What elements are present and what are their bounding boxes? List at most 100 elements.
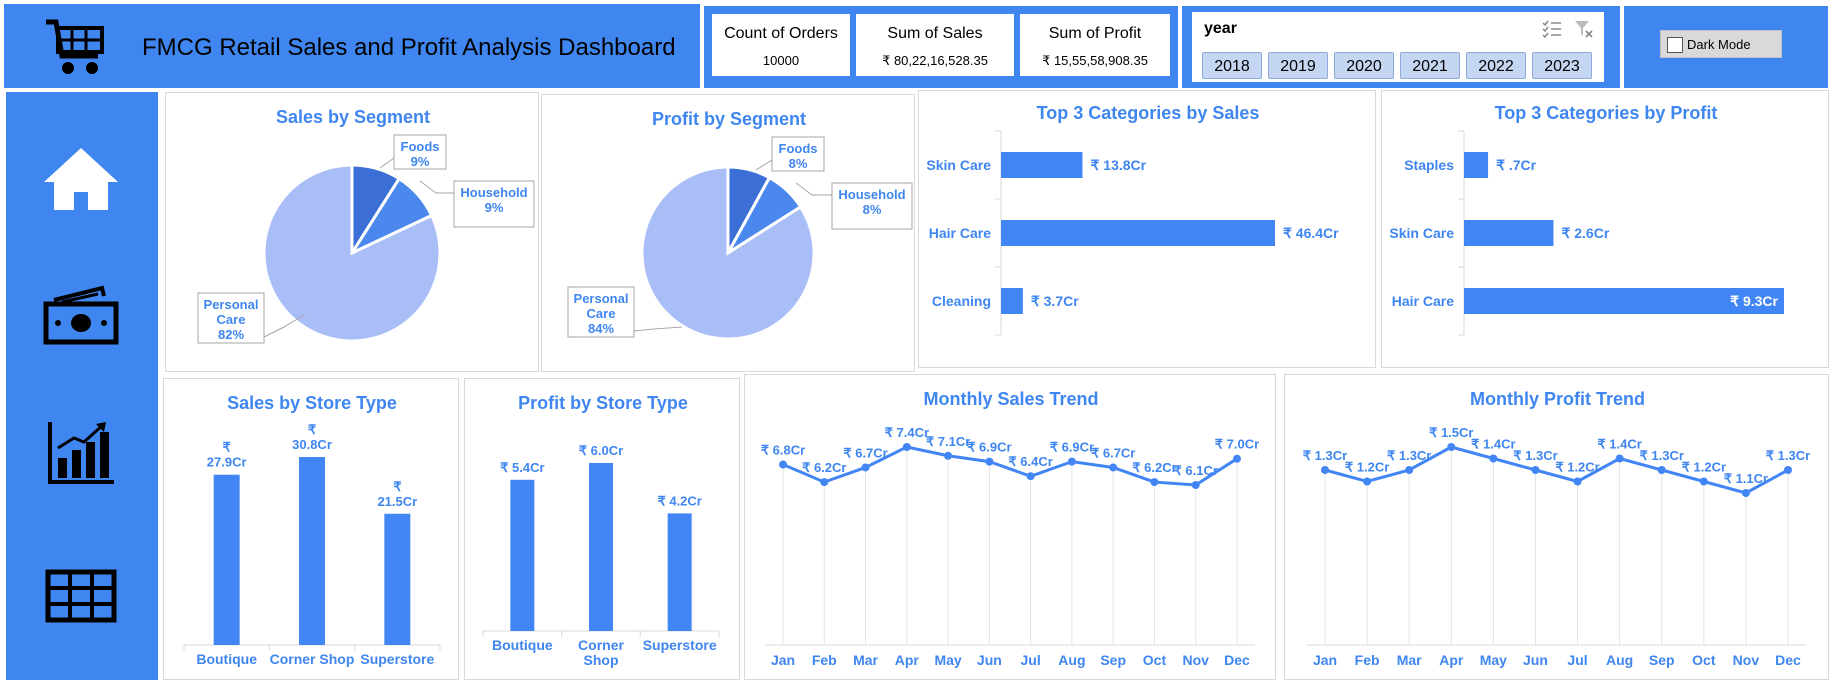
data-point	[1405, 466, 1414, 474]
kpi-sum-sales: Sum of Sales ₹ 80,22,16,528.35	[856, 14, 1014, 76]
tick-label: Oct	[1143, 652, 1167, 668]
bar	[1001, 220, 1275, 246]
chart-profit-by-segment: Profit by SegmentFoods 8%Household 8%Perso…	[567, 109, 913, 341]
tick-label: Jul	[1567, 652, 1587, 668]
bar	[510, 479, 535, 631]
tick-label: Boutique	[196, 651, 257, 667]
data-label: ₹ 6.9Cr	[967, 440, 1011, 455]
chart-title: Top 3 Categories by Profit	[1495, 103, 1718, 123]
data-label: ₹21.5Cr	[377, 479, 417, 509]
tick-label: Jun	[1523, 652, 1548, 668]
tick-label: Superstore	[360, 651, 434, 667]
chart-title: Profit by Segment	[652, 109, 806, 129]
bar	[299, 457, 325, 645]
panel-monthly-profit: Monthly Profit Trend Jan Feb Mar Apr May Jun Ju…	[1284, 374, 1829, 680]
tick-label: Feb	[1355, 652, 1380, 668]
leader-line	[633, 326, 683, 332]
data-label: ₹ 6.7Cr	[843, 445, 887, 460]
tick-label: Sep	[1100, 652, 1126, 668]
tick-label: Nov	[1183, 652, 1210, 668]
data-label: ₹ 3.7Cr	[1031, 293, 1079, 309]
chart-sales-by-store: Sales by Store Type Boutique ₹ 27.9Cr Corner…	[183, 393, 441, 667]
data-point	[1699, 477, 1708, 486]
data-label: ₹ 46.4Cr	[1283, 225, 1339, 241]
bar	[1464, 220, 1554, 246]
data-label: ₹ 7.4Cr	[885, 425, 929, 440]
cash-icon[interactable]	[40, 282, 122, 352]
data-point	[1573, 477, 1582, 486]
data-label: ₹ 1.3Cr	[1513, 448, 1557, 463]
dark-mode-toggle[interactable]: Dark Mode	[1660, 30, 1782, 58]
kpi-value: ₹ 15,55,58,908.35	[1042, 53, 1148, 68]
data-point	[902, 443, 911, 451]
dark-mode-bar: Dark Mode	[1624, 6, 1828, 88]
data-label: ₹ 1.5Cr	[1429, 425, 1473, 440]
tick-label: Aug	[1058, 652, 1085, 668]
tick-label: Hair Care	[929, 225, 991, 241]
kpi-sum-profit: Sum of Profit ₹ 15,55,58,908.35	[1020, 14, 1170, 76]
data-label: ₹ 6.9Cr	[1050, 440, 1094, 455]
clear-filter-icon[interactable]	[1574, 20, 1594, 38]
tick-label: Corner Shop	[270, 651, 355, 667]
data-label: ₹ 1.3Cr	[1766, 448, 1810, 463]
kpi-label: Sum of Profit	[1048, 25, 1142, 42]
table-icon[interactable]	[40, 564, 122, 634]
leader-line	[755, 159, 773, 171]
data-point	[1363, 477, 1372, 486]
chart-profit-by-store: Profit by Store Type Boutique ₹ 5.4Cr Corne…	[482, 393, 720, 668]
year-button-2021[interactable]: 2021	[1400, 52, 1460, 79]
chart-icon[interactable]	[40, 418, 122, 488]
chart-title: Profit by Store Type	[518, 393, 688, 413]
kpi-value: 10000	[762, 53, 800, 68]
tick-label: Cleaning	[932, 293, 991, 309]
data-point	[861, 463, 870, 472]
chart-monthly-sales: Monthly Sales Trend Jan Feb Mar Apr May Jun Jul…	[761, 389, 1259, 668]
panel-top3-sales: Top 3 Categories by Sales Skin Care ₹ 13.8…	[918, 90, 1376, 368]
year-button-2018[interactable]: 2018	[1202, 52, 1262, 79]
dark-mode-checkbox[interactable]	[1667, 37, 1683, 53]
tick-label: Jul	[1021, 652, 1041, 668]
tick-label: Superstore	[643, 637, 717, 653]
data-label: ₹ 4.2Cr	[657, 493, 701, 508]
data-point	[1109, 463, 1118, 472]
data-label: ₹ 6.4Cr	[1008, 454, 1052, 469]
tick-label: Oct	[1692, 652, 1716, 668]
panel-sales-by-store: Sales by Store Type Boutique ₹27.9Cr Corner…	[163, 378, 459, 680]
multi-select-icon[interactable]	[1542, 20, 1562, 38]
tick-label: Jan	[771, 652, 795, 668]
data-point	[1026, 472, 1035, 481]
home-icon[interactable]	[40, 144, 122, 214]
year-button-2022[interactable]: 2022	[1466, 52, 1526, 79]
year-button-2019[interactable]: 2019	[1268, 52, 1328, 79]
data-label: ₹ 7.1Cr	[926, 434, 970, 449]
data-point	[1741, 489, 1750, 497]
data-label: ₹ 1.4Cr	[1471, 437, 1515, 452]
data-label: ₹ 1.4Cr	[1597, 437, 1641, 452]
bar	[213, 474, 240, 645]
tick-label: Staples	[1404, 157, 1454, 173]
tick-label: May	[1480, 652, 1507, 668]
leader-line	[419, 180, 454, 194]
panel-top3-profit: Top 3 Categories by Profit Staples ₹ .7Cr S…	[1381, 90, 1829, 368]
data-label: ₹ 1.3Cr	[1387, 448, 1431, 463]
data-label: ₹ .7Cr	[1496, 157, 1537, 173]
data-label: ₹ 6.1Cr	[1174, 463, 1218, 478]
data-label: ₹27.9Cr	[207, 440, 247, 470]
slicer-header: year	[1204, 20, 1237, 37]
data-label: ₹ 1.3Cr	[1640, 448, 1684, 463]
tick-label: Apr	[895, 652, 920, 668]
year-button-2023[interactable]: 2023	[1532, 52, 1592, 79]
tick-label: Corner Shop	[578, 637, 624, 668]
tick-label: Apr	[1439, 652, 1464, 668]
bar	[384, 513, 411, 645]
kpi-label: Sum of Sales	[887, 25, 983, 42]
kpi-bar: Count of Orders 10000 Sum of Sales ₹ 80,…	[704, 6, 1178, 88]
year-button-2020[interactable]: 2020	[1334, 52, 1394, 79]
data-label: ₹ 2.6Cr	[1561, 225, 1609, 241]
panel-monthly-sales: Monthly Sales Trend Jan Feb Mar Apr May Jun Jul…	[744, 374, 1276, 680]
tick-label: Skin Care	[926, 157, 991, 173]
tick-label: Mar	[853, 652, 878, 668]
data-label: ₹ 1.2Cr	[1555, 460, 1599, 475]
bar	[667, 513, 692, 631]
data-point	[1191, 481, 1200, 489]
